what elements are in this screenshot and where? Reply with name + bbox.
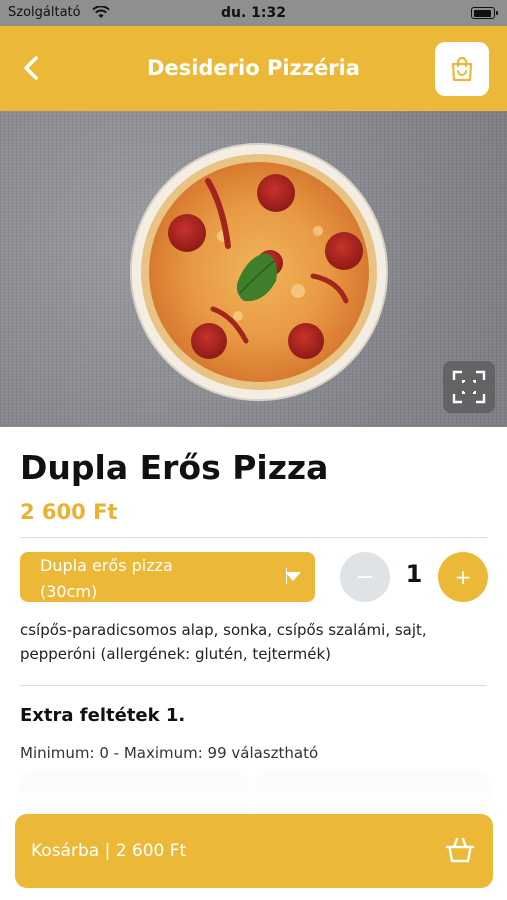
app-header: Desiderio Pizzéria — [0, 26, 507, 111]
chevron-left-icon — [24, 56, 38, 80]
product-price: 2 600 Ft — [20, 500, 118, 524]
product-name: Dupla Erős Pizza — [20, 448, 329, 487]
basket-icon — [445, 837, 475, 863]
add-to-cart-label: Kosárba | 2 600 Ft — [31, 841, 187, 861]
shopping-bag-icon — [451, 56, 473, 82]
decrease-quantity-button[interactable]: − — [340, 552, 390, 602]
extras-limits: Minimum: 0 - Maximum: 99 választható — [20, 744, 319, 762]
increase-quantity-button[interactable]: + — [438, 552, 488, 602]
variant-line1: Dupla erős pizza — [40, 556, 173, 575]
variant-line2: (30cm) — [40, 582, 98, 601]
battery-icon — [471, 7, 498, 19]
cart-button[interactable] — [435, 42, 489, 96]
variant-select[interactable]: Dupla erős pizza (30cm) — [20, 552, 315, 602]
variant-select-label: Dupla erős pizza (30cm) — [40, 553, 270, 605]
page-title: Desiderio Pizzéria — [147, 56, 360, 80]
scan-expand-icon — [452, 370, 486, 404]
quantity-value: 1 — [405, 560, 423, 588]
status-bar: Szolgáltató du. 1:32 — [0, 0, 507, 26]
product-image — [0, 111, 507, 427]
divider — [20, 537, 487, 538]
extras-section-title: Extra feltétek 1. — [20, 705, 186, 726]
product-description: csípős-paradicsomos alap, sonka, csípős … — [20, 621, 427, 663]
fullscreen-button[interactable] — [443, 361, 495, 413]
chevron-down-icon — [285, 572, 301, 581]
clock-time: du. 1:32 — [220, 5, 286, 21]
add-to-cart-button[interactable]: Kosárba | 2 600 Ft — [15, 814, 493, 888]
pizza-image — [130, 143, 388, 401]
back-button[interactable] — [14, 50, 50, 86]
divider — [20, 685, 487, 686]
